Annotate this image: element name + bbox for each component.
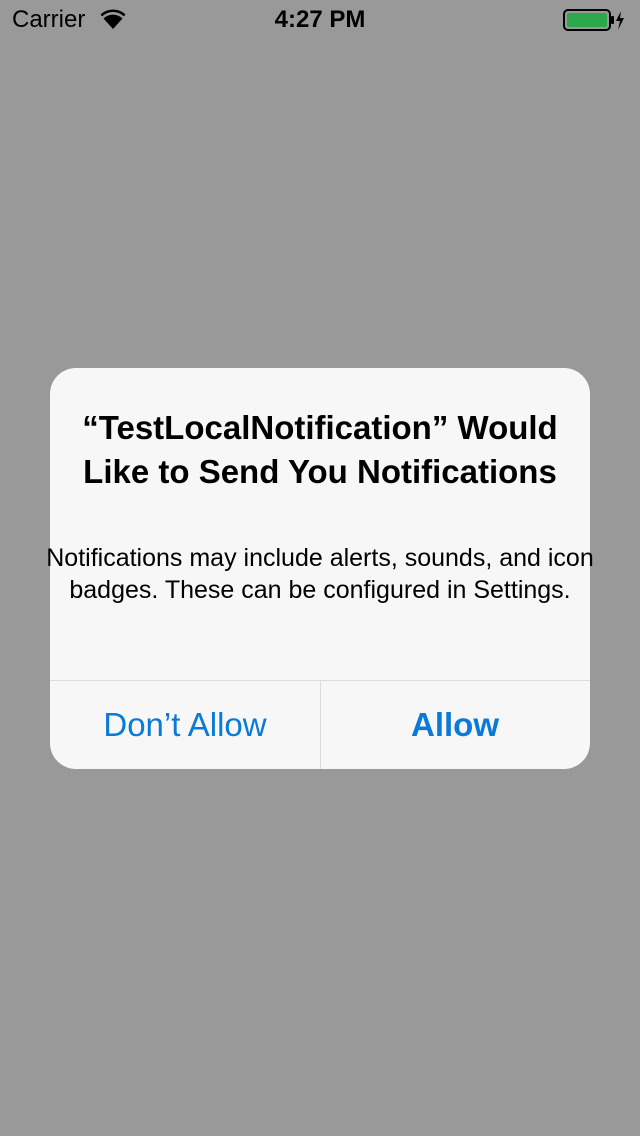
status-bar: Carrier 4:27 PM [0,0,640,40]
dont-allow-button[interactable]: Don’t Allow [50,681,320,769]
status-time: 4:27 PM [274,6,366,33]
battery-charging-icon [563,9,624,31]
allow-button[interactable]: Allow [320,681,590,769]
alert-title: “TestLocalNotification” Would Like to Se… [82,409,558,490]
alert-message: Notifications may include alerts, sounds… [46,544,594,604]
